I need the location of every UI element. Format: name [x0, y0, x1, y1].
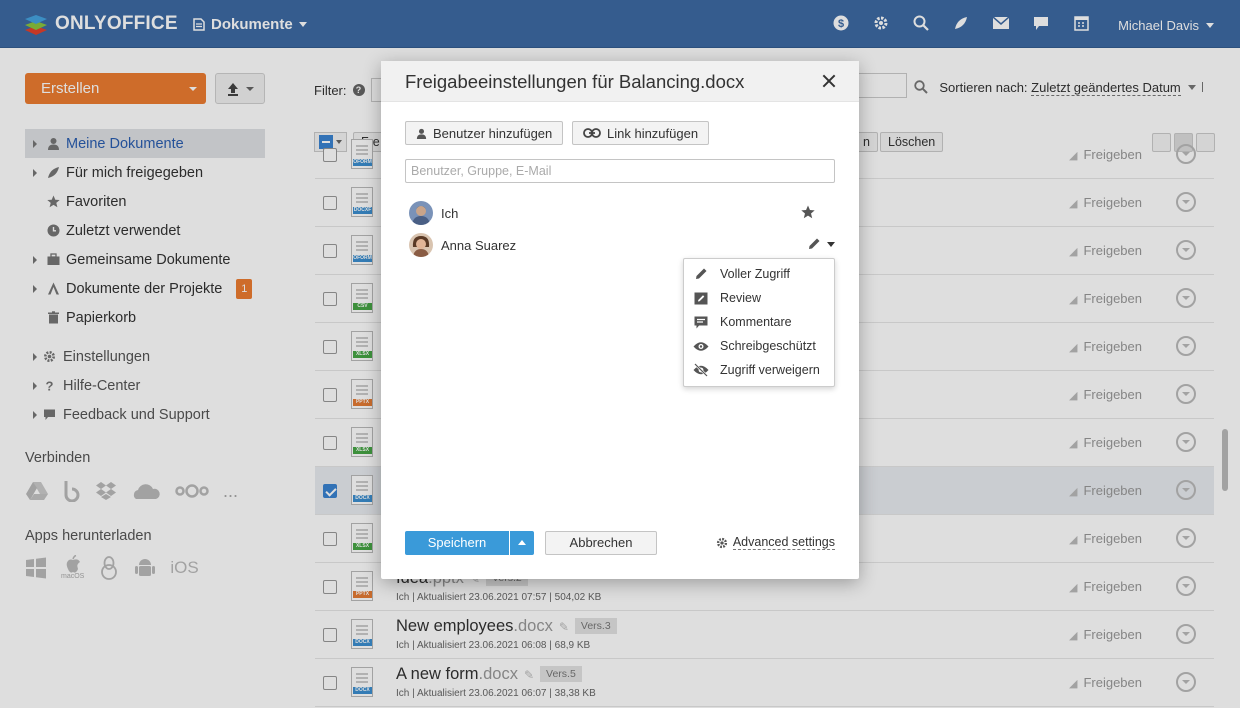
gear-icon [716, 537, 727, 548]
rights-label: Kommentare [720, 315, 792, 329]
access-rights-dropdown[interactable] [807, 237, 835, 251]
rights-review[interactable]: Review [684, 286, 834, 310]
rights-full-access[interactable]: Voller Zugriff [684, 262, 834, 286]
comment-icon [694, 316, 708, 328]
link-icon [583, 128, 601, 138]
rights-label: Zugriff verweigern [720, 363, 820, 377]
rights-comment[interactable]: Kommentare [684, 310, 834, 334]
eye-off-icon [693, 363, 709, 377]
access-rights-menu: Voller Zugriff Review Kommentare Schreib… [683, 258, 835, 387]
add-link-label: Link hinzufügen [607, 125, 699, 141]
user-name: Anna Suarez [441, 237, 517, 253]
save-options-button[interactable] [510, 531, 534, 555]
dialog-title: Freigabeeinstellungen für Balancing.docx [405, 71, 745, 92]
user-name: Ich [441, 205, 459, 221]
chevron-down-icon [827, 241, 835, 247]
save-button[interactable]: Speichern [405, 531, 509, 555]
close-icon[interactable] [821, 73, 837, 89]
cancel-button[interactable]: Abbrechen [545, 531, 657, 555]
review-icon [694, 292, 708, 304]
user-icon [416, 128, 427, 139]
advanced-settings-label: Advanced settings [732, 535, 835, 550]
rights-label: Voller Zugriff [720, 267, 790, 281]
advanced-settings-link[interactable]: Advanced settings [716, 535, 835, 550]
rights-read-only[interactable]: Schreibgeschützt [684, 334, 834, 358]
add-user-label: Benutzer hinzufügen [433, 125, 553, 141]
user-search-input[interactable] [405, 159, 835, 183]
owner-star-icon [801, 205, 815, 219]
avatar [409, 201, 433, 225]
rights-deny-access[interactable]: Zugriff verweigern [684, 358, 834, 382]
pencil-icon [696, 268, 707, 279]
eye-icon [693, 341, 709, 351]
share-user-row: Ich [409, 201, 835, 225]
rights-label: Review [720, 291, 761, 305]
share-user-row: Anna Suarez [409, 233, 835, 257]
avatar [409, 233, 433, 257]
pencil-icon [809, 238, 820, 249]
rights-label: Schreibgeschützt [720, 339, 816, 353]
add-user-button[interactable]: Benutzer hinzufügen [405, 121, 564, 145]
add-link-button[interactable]: Link hinzufügen [572, 121, 710, 145]
